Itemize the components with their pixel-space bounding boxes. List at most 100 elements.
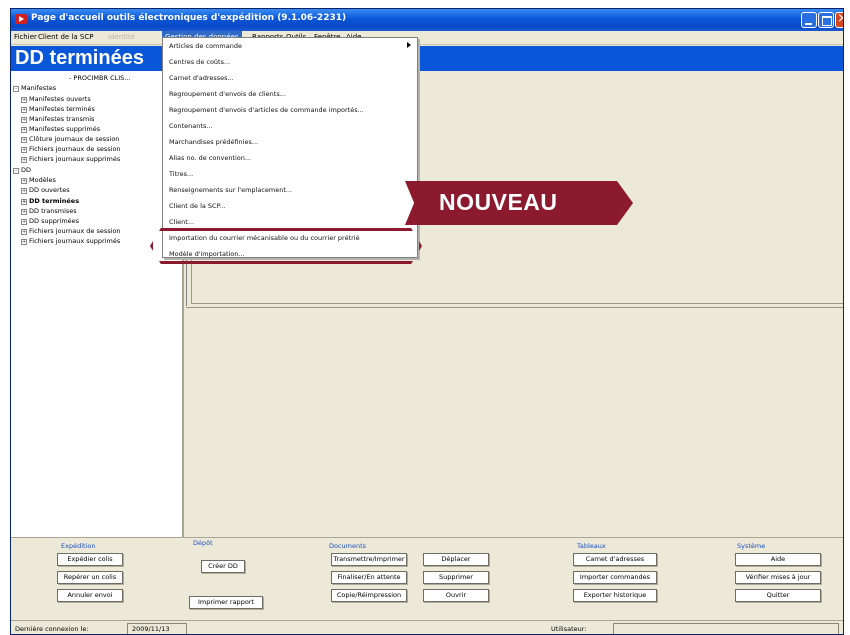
tree-item-label: Manifestes [21, 84, 57, 92]
tree-item-label: Manifestes ouverts [29, 95, 91, 103]
minimize-icon[interactable] [801, 12, 817, 28]
finaliser-button[interactable]: Finaliser/En attente [331, 571, 407, 584]
dropdown-item[interactable]: Renseignements sur l'emplacement... [169, 186, 292, 194]
tree-item[interactable]: + DD transmises [21, 207, 77, 215]
dropdown-item[interactable]: Titres... [169, 170, 193, 178]
tree-item[interactable]: + Fichiers journaux de session [21, 145, 121, 153]
tree-item[interactable]: - DD [13, 166, 31, 174]
deplacer-button[interactable]: Déplacer [423, 553, 489, 566]
expand-icon[interactable]: + [21, 188, 27, 194]
tree-item[interactable]: + Manifestes terminés [21, 105, 95, 113]
tree-item[interactable]: - Manifestes [13, 84, 56, 92]
tree-item[interactable]: + DD terminées [21, 197, 79, 205]
dropdown-item[interactable]: Alias no. de convention... [169, 154, 251, 162]
pane-header: DD terminées [11, 46, 184, 71]
gestion-donnees-dropdown: Articles de commande Centres de coûts... C… [162, 37, 418, 258]
menu-fichier[interactable]: Fichier [14, 33, 37, 41]
carnet-adresses-button[interactable]: Carnet d'adresses [573, 553, 657, 566]
expand-icon[interactable]: + [21, 127, 27, 133]
quitter-button[interactable]: Quitter [735, 589, 821, 602]
dropdown-item[interactable]: Contenants... [169, 122, 213, 130]
menu-identite[interactable]: Identité [108, 33, 135, 41]
tree-item-label: Manifestes supprimés [29, 125, 101, 133]
collapse-icon[interactable]: - [13, 86, 19, 92]
menu-bar: Fichier Client de la SCP Identité Gestio… [11, 31, 843, 45]
expand-icon[interactable]: + [21, 199, 27, 205]
creer-dd-button[interactable]: Créer DD [201, 560, 245, 573]
expand-icon[interactable]: + [21, 117, 27, 123]
tree-item-label: DD terminées [29, 197, 80, 205]
group-title-systeme: Système [737, 542, 766, 550]
tree-item-label: Fichiers journaux de session [29, 227, 121, 235]
expand-icon[interactable]: + [21, 147, 27, 153]
window-title: Page d'accueil outils électroniques d'ex… [31, 13, 347, 23]
tree-item-label: Manifestes terminés [29, 105, 95, 113]
collapse-icon[interactable]: - [13, 168, 19, 174]
tree-item[interactable]: + DD supprimées [21, 217, 79, 225]
tree-item[interactable]: + Manifestes supprimés [21, 125, 100, 133]
nouveau-label: NOUVEAU [439, 189, 558, 215]
imprimer-rapport-button[interactable]: Imprimer rapport [189, 596, 263, 609]
expand-icon[interactable]: + [21, 97, 27, 103]
action-panel: Expédition Expédier colis Repérer un col… [11, 537, 843, 620]
tree-item[interactable]: + Manifestes transmis [21, 115, 94, 123]
pane-subheader: - PROCIMBR CLIS... [69, 74, 131, 82]
expand-icon[interactable]: + [21, 209, 27, 215]
dropdown-item[interactable]: Centres de coûts... [169, 58, 230, 66]
transmettre-imprimer-button[interactable]: Transmettre/Imprimer [331, 553, 407, 566]
tree-item-label: DD ouvertes [29, 186, 70, 194]
expedier-colis-button[interactable]: Expédier colis [57, 553, 123, 566]
last-connection-value: 2009/11/13 [127, 623, 187, 634]
expand-icon[interactable]: + [21, 107, 27, 113]
supprimer-button[interactable]: Supprimer [423, 571, 489, 584]
dropdown-item[interactable]: Regroupement d'envois de clients... [169, 90, 286, 98]
tree-item-label: DD supprimées [29, 217, 80, 225]
dropdown-item[interactable]: Marchandises prédéfinies... [169, 138, 258, 146]
tree-item[interactable]: + Manifestes ouverts [21, 95, 91, 103]
group-title-tableaux: Tableaux [577, 542, 606, 550]
navigation-pane: DD terminées - PROCIMBR CLIS... - Manifes… [11, 46, 184, 563]
dropdown-item[interactable]: Articles de commande [169, 42, 242, 50]
tree-item-label: Clôture journaux de session [29, 135, 120, 143]
copie-reimpression-button[interactable]: Copie/Réimpression [331, 589, 407, 602]
dropdown-item[interactable]: Client de la SCP... [169, 202, 226, 210]
close-icon[interactable] [835, 11, 843, 28]
last-connection-label: Dernière connexion le: [15, 625, 89, 633]
group-title-expedition: Expédition [61, 542, 96, 550]
tree-item-label: DD [21, 166, 32, 174]
application-window: Page d'accueil outils électroniques d'ex… [10, 8, 844, 635]
tree-item-label: Fichiers journaux de session [29, 145, 121, 153]
highlight-frame [150, 228, 422, 264]
verifier-mises-a-jour-button[interactable]: Vérifier mises à jour [735, 571, 821, 584]
tree-item[interactable]: + Clôture journaux de session [21, 135, 119, 143]
dropdown-item[interactable]: Carnet d'adresses... [169, 74, 234, 82]
app-icon [15, 14, 27, 24]
expand-icon[interactable]: + [21, 219, 27, 225]
reperer-colis-button[interactable]: Repérer un colis [57, 571, 123, 584]
expand-icon[interactable]: + [21, 157, 27, 163]
dropdown-item[interactable]: Client... [169, 218, 194, 226]
tree-item-label: Modèles [29, 176, 56, 184]
expand-icon[interactable]: + [21, 137, 27, 143]
aide-button[interactable]: Aide [735, 553, 821, 566]
dropdown-item[interactable]: Regroupement d'envois d'articles de comm… [169, 106, 364, 114]
tree-item[interactable]: + Fichiers journaux supprimés [21, 155, 120, 163]
tree-item[interactable]: + Fichiers journaux supprimés [21, 237, 120, 245]
annuler-envoi-button[interactable]: Annuler envoi [57, 589, 123, 602]
expand-icon[interactable]: + [21, 239, 27, 245]
group-title-documents: Documents [329, 542, 367, 550]
menu-client-scp[interactable]: Client de la SCP [38, 33, 93, 41]
tree-item[interactable]: + DD ouvertes [21, 186, 70, 194]
tree-item[interactable]: + Fichiers journaux de session [21, 227, 121, 235]
submenu-arrow-icon [407, 42, 411, 48]
tree-item-label: Fichiers journaux supprimés [29, 155, 121, 163]
ouvrir-button[interactable]: Ouvrir [423, 589, 489, 602]
tree-item-label: Fichiers journaux supprimés [29, 237, 121, 245]
tree-item[interactable]: + Modèles [21, 176, 56, 184]
expand-icon[interactable]: + [21, 178, 27, 184]
maximize-icon[interactable] [818, 12, 834, 28]
title-bar[interactable]: Page d'accueil outils électroniques d'ex… [11, 9, 843, 31]
importer-commandes-button[interactable]: Importer commandes [573, 571, 657, 584]
expand-icon[interactable]: + [21, 229, 27, 235]
exporter-historique-button[interactable]: Exporter historique [573, 589, 657, 602]
